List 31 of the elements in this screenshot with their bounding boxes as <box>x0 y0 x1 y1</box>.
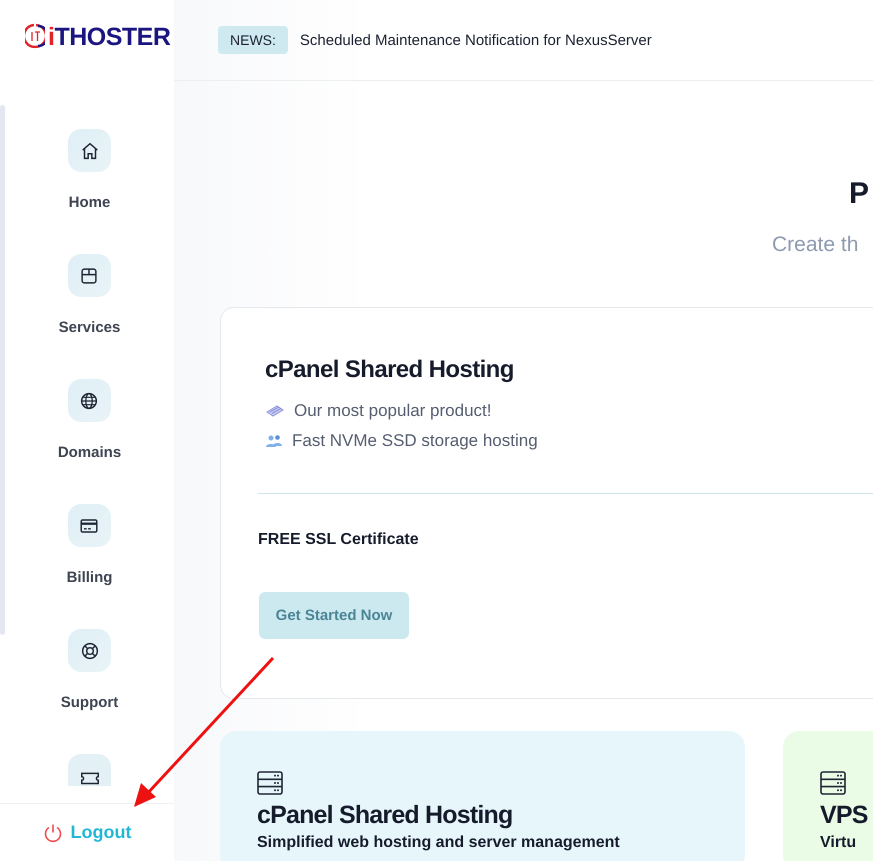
nav-label[interactable]: Home <box>68 194 110 211</box>
nav-icon-tile[interactable] <box>68 629 111 672</box>
server-icon <box>257 771 283 795</box>
product-feature: FREE SSL Certificate <box>258 531 420 549</box>
ticket-icon <box>78 770 100 786</box>
plan-description: Simplified web hosting and server management <box>257 834 621 852</box>
nav-label[interactable]: Support <box>60 694 118 711</box>
logo-icon <box>25 23 45 49</box>
nav-label[interactable]: Domains <box>58 444 122 461</box>
page-title: P <box>849 177 870 211</box>
server-icon <box>820 771 846 795</box>
plan-title: VPS <box>820 801 869 830</box>
news-headline[interactable]: Scheduled Maintenance Notification for NexusServer <box>300 32 652 48</box>
news-badge: NEWS: <box>218 26 288 54</box>
product-feature: Fast NVMe SSD storage hosting <box>292 431 538 451</box>
page-subtitle: Create th <box>772 233 858 257</box>
brand-logo[interactable]: iTHOSTER <box>48 23 170 51</box>
nav-label[interactable]: Billing <box>66 569 112 586</box>
nav-label[interactable]: Services <box>58 319 120 336</box>
nav-icon-tile[interactable] <box>68 129 111 172</box>
nav-icon-tile[interactable] <box>68 254 111 297</box>
nav-icon-tile[interactable] <box>68 754 111 786</box>
nav-icon-tile[interactable] <box>68 504 111 547</box>
power-icon <box>42 822 62 842</box>
plan-title: cPanel Shared Hosting <box>257 801 514 830</box>
users-icon <box>265 433 283 449</box>
product-title: cPanel Shared Hosting <box>265 356 515 384</box>
scrollbar[interactable] <box>0 105 5 635</box>
plan-description: Virtu <box>820 834 858 852</box>
nav-icon-tile[interactable] <box>68 379 111 422</box>
product-feature: Our most popular product! <box>294 401 492 421</box>
